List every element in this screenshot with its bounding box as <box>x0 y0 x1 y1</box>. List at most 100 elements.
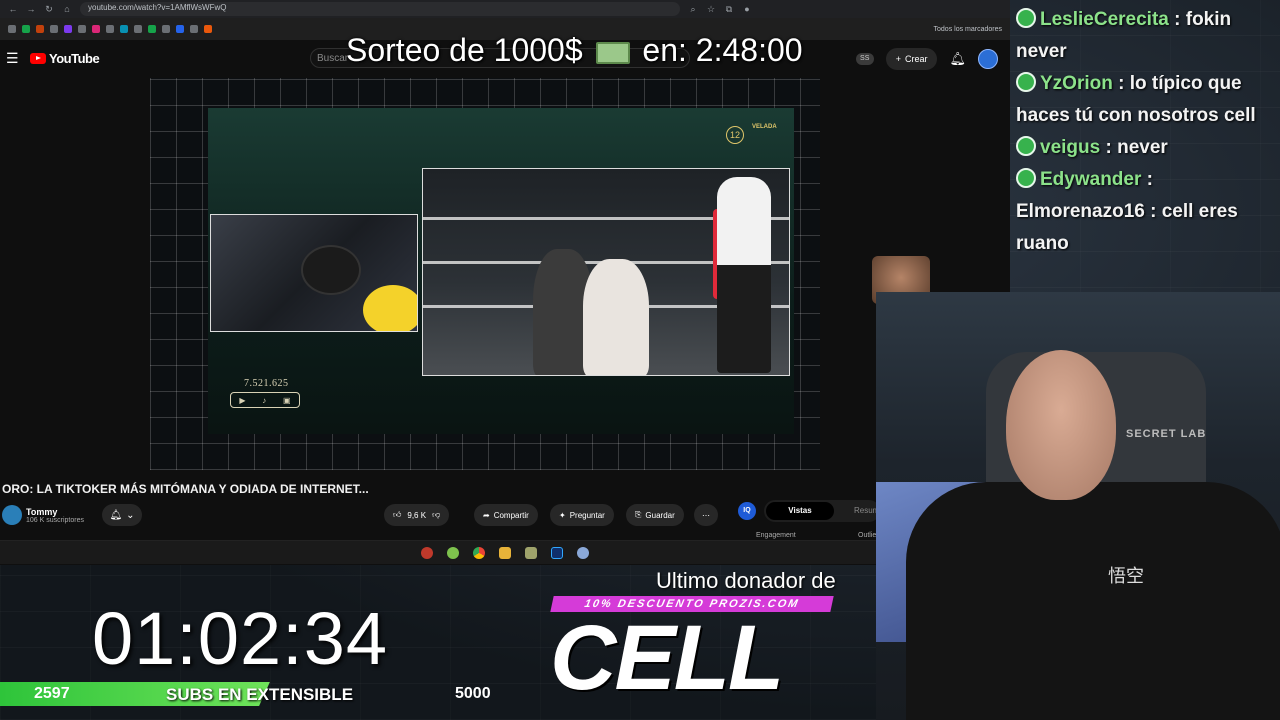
taskbar <box>0 540 1010 564</box>
share-button[interactable]: ➦ Compartir <box>474 504 538 526</box>
bookmark-star-icon[interactable]: ☆ <box>706 4 716 14</box>
youtube-logo[interactable]: YouTube <box>30 50 100 66</box>
referee <box>717 177 771 373</box>
plus-icon: + <box>895 54 901 64</box>
youtube-play-icon <box>30 52 46 64</box>
view-counter: 7.521.625 <box>244 378 289 389</box>
last-donor-title: Ultimo donador de <box>656 568 836 593</box>
forward-icon[interactable]: → <box>26 4 36 14</box>
bookmark-item[interactable] <box>204 25 212 33</box>
social-icons: ▶ ♪ ▣ <box>230 392 300 408</box>
iq-button[interactable]: IQ <box>738 502 756 520</box>
video-content: 12 VELADA 7.521.625 ▶ ♪ ▣ <box>208 108 794 434</box>
bookmark-item[interactable] <box>162 25 170 33</box>
all-bookmarks-link[interactable]: Todos los marcadores <box>934 26 1002 33</box>
chat-badge-icon <box>1016 168 1036 188</box>
browser-window: ← → ↻ ⌂ youtube.com/watch?v=1AMflWsWFwQ … <box>0 0 1010 565</box>
bookmark-item[interactable] <box>190 25 198 33</box>
home-icon[interactable]: ⌂ <box>62 4 72 14</box>
bookmark-item[interactable] <box>176 25 184 33</box>
create-button[interactable]: + Crear <box>885 48 938 70</box>
chat-badge-icon <box>1016 8 1036 28</box>
giveaway-mid: en: <box>642 32 687 68</box>
save-button[interactable]: ⎘ Guardar <box>626 504 684 526</box>
channel-row: Tommy 106 K suscriptores 🔔︎ ⌄ 👍︎ 9,6 K 👎… <box>0 502 720 528</box>
chat-message: Elmorenazo16 : cell eres ruano <box>1016 196 1280 260</box>
bookmark-item[interactable] <box>64 25 72 33</box>
chat-message: Edywander : <box>1016 164 1280 196</box>
bookmark-item[interactable] <box>148 25 156 33</box>
account-avatar[interactable] <box>978 49 998 69</box>
dislike-icon[interactable]: 👎︎ <box>432 510 440 520</box>
bookmark-item[interactable] <box>50 25 58 33</box>
obs-icon[interactable] <box>421 546 433 559</box>
chat-username[interactable]: Elmorenazo16 <box>1016 201 1145 222</box>
channel-avatar[interactable] <box>2 505 22 525</box>
chat-message: LeslieCerecita : fokin never <box>1016 4 1280 68</box>
like-count[interactable]: 9,6 K <box>407 511 426 520</box>
create-label: Crear <box>904 54 928 64</box>
app-icon[interactable] <box>525 546 537 559</box>
video-player[interactable]: 12 VELADA 7.521.625 ▶ ♪ ▣ <box>150 78 820 470</box>
extension-badge[interactable]: SS <box>855 53 874 65</box>
menu-icon[interactable]: ☰ <box>6 50 22 67</box>
stream-timer: 01:02:34 <box>92 597 389 680</box>
bookmark-item[interactable] <box>134 25 142 33</box>
browser-toolbar: ← → ↻ ⌂ youtube.com/watch?v=1AMflWsWFwQ … <box>0 0 1010 18</box>
chat-username[interactable]: Edywander <box>1040 169 1141 190</box>
video-title: ORO: LA TIKTOKER MÁS MITÓMANA Y ODIADA D… <box>2 482 369 496</box>
engagement-label: Engagement <box>756 532 796 539</box>
like-icon[interactable]: 👍︎ <box>393 510 401 520</box>
fighter-light <box>583 259 649 375</box>
bell-icon: 🔔︎ <box>109 509 123 521</box>
reload-icon[interactable]: ↻ <box>44 4 54 14</box>
bookmark-item[interactable] <box>120 25 128 33</box>
chat-badge-icon <box>1016 72 1036 92</box>
profile-icon[interactable]: ● <box>742 4 752 14</box>
velada-logo: VELADA <box>752 124 777 130</box>
zoom-icon[interactable]: ⌕ <box>688 4 698 14</box>
folder-icon[interactable] <box>499 546 511 559</box>
extensions-icon[interactable]: ⧉ <box>724 4 734 14</box>
clip-inset <box>210 214 418 332</box>
chat-username[interactable]: LeslieCerecita <box>1040 9 1169 30</box>
chevron-down-icon: ⌄ <box>126 509 135 521</box>
bookmark-item[interactable] <box>8 25 16 33</box>
more-button[interactable]: ⋯ <box>694 504 718 526</box>
chrome-icon[interactable] <box>473 546 485 559</box>
bookmark-item[interactable] <box>36 25 44 33</box>
outlier-label: Outlie <box>858 532 877 539</box>
photoshop-icon[interactable] <box>551 546 563 559</box>
chat-message: veigus : never <box>1016 132 1280 164</box>
back-icon[interactable]: ← <box>8 4 18 14</box>
app-icon[interactable] <box>577 546 589 559</box>
chat-username[interactable]: YzOrion <box>1040 73 1113 94</box>
youtube-icon: ▶ <box>239 395 246 405</box>
chat-app-icon[interactable] <box>447 546 459 559</box>
bookmark-item[interactable] <box>106 25 114 33</box>
chat-badge-icon <box>1016 136 1036 156</box>
chat-overlay: LeslieCerecita : fokin never YzOrion : lo… <box>1016 4 1280 260</box>
last-donor-name: CELL <box>550 607 784 709</box>
helmet-shape <box>301 245 361 295</box>
giveaway-prefix: Sorteo de 1000$ <box>346 32 583 68</box>
address-bar[interactable]: youtube.com/watch?v=1AMflWsWFwQ <box>80 2 680 16</box>
channel-name[interactable]: Tommy <box>26 507 84 517</box>
share-icon: ➦ <box>483 510 490 520</box>
shirt-kanji: 悟空 <box>1108 566 1144 586</box>
subs-goal-bar: 2597 SUBS EN EXTENSIBLE 5000 <box>0 682 520 706</box>
bookmark-item[interactable] <box>92 25 100 33</box>
like-dislike-group: 👍︎ 9,6 K 👎︎ <box>384 504 450 526</box>
notifications-icon[interactable]: 🔔︎ <box>949 51 966 67</box>
analytics-panel: IQ Vistas Resum Engagement Outlie <box>732 496 880 544</box>
ask-label: Preguntar <box>569 510 605 520</box>
bookmark-item[interactable] <box>78 25 86 33</box>
bookmark-item[interactable] <box>22 25 30 33</box>
chat-username[interactable]: veigus <box>1040 137 1100 158</box>
age-rating-badge: 12 <box>726 126 744 144</box>
boxing-ring-clip <box>422 168 790 376</box>
youtube-logo-text: YouTube <box>49 50 100 66</box>
tab-vistas[interactable]: Vistas <box>766 502 834 520</box>
subscription-bell-button[interactable]: 🔔︎ ⌄ <box>101 504 142 526</box>
ask-button[interactable]: ✦ Preguntar <box>550 504 614 526</box>
